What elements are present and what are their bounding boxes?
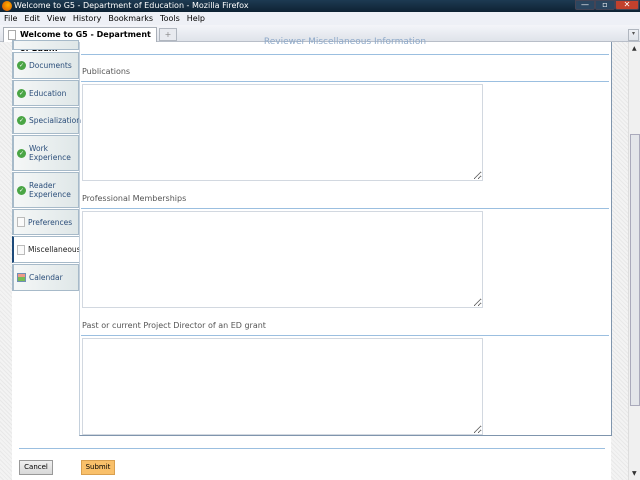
menu-file[interactable]: File: [4, 14, 17, 23]
sidebar-item-reader-experience[interactable]: ✓ Reader Experience: [12, 172, 79, 208]
divider: [81, 335, 609, 336]
menu-help[interactable]: Help: [187, 14, 205, 23]
menu-view[interactable]: View: [47, 14, 66, 23]
sidebar-item-label: Specialization: [29, 116, 82, 125]
menu-tools[interactable]: Tools: [160, 14, 180, 23]
divider: [81, 54, 609, 55]
menu-history[interactable]: History: [73, 14, 101, 23]
page-background: [0, 42, 12, 480]
check-icon: ✓: [17, 116, 26, 125]
check-icon: ✓: [17, 185, 26, 195]
project-director-textarea[interactable]: [82, 338, 483, 435]
calendar-icon: [17, 273, 26, 282]
window-title: Welcome to G5 - Department of Education …: [14, 1, 249, 10]
sidebar-item-work-experience[interactable]: ✓ Work Experience: [12, 135, 79, 171]
divider: [81, 81, 609, 82]
vertical-scrollbar[interactable]: ▲ ▼: [628, 42, 640, 480]
sidebar-item-preferences[interactable]: Preferences: [12, 209, 79, 235]
sidebar-item-label: Miscellaneous: [28, 245, 81, 254]
sidebar-item-label: Documents: [29, 61, 72, 70]
publications-label: Publications: [82, 67, 131, 76]
document-icon: [17, 244, 25, 255]
sidebar-item-label: Reader Experience: [29, 181, 71, 199]
window-title-bar: Welcome to G5 - Department of Education …: [0, 0, 640, 12]
check-icon: ✓: [17, 148, 26, 158]
scroll-up-arrow-icon[interactable]: ▲: [632, 45, 637, 52]
menu-bar: File Edit View History Bookmarks Tools Help: [0, 12, 640, 25]
sidebar-item-calendar[interactable]: Calendar: [12, 264, 79, 291]
footer-divider: [19, 448, 605, 449]
project-director-label: Past or current Project Director of an E…: [82, 321, 266, 330]
scrollbar-thumb[interactable]: [630, 134, 640, 406]
professional-memberships-label: Professional Memberships: [82, 194, 187, 203]
section-heading: Reviewer Miscellaneous Information: [263, 37, 427, 47]
cancel-button[interactable]: Cancel: [19, 460, 53, 475]
close-button[interactable]: ✕: [615, 0, 639, 10]
sidebar-item-label: Calendar: [29, 273, 63, 282]
restore-button[interactable]: ▫: [595, 0, 615, 10]
menu-bookmarks[interactable]: Bookmarks: [108, 14, 153, 23]
check-icon: ✓: [17, 61, 26, 70]
sidebar-item-education[interactable]: ✓ Education: [12, 80, 79, 106]
professional-memberships-textarea[interactable]: [82, 211, 483, 308]
tab-list-button[interactable]: ▾: [628, 29, 639, 41]
sidebar-item-specialization[interactable]: ✓ Specialization: [12, 107, 82, 134]
sidebar-item-label: Work Experience: [29, 144, 71, 162]
minimize-button[interactable]: —: [575, 0, 595, 10]
sidebar-item-miscellaneous[interactable]: Miscellaneous: [12, 236, 81, 263]
sidebar-item-label: Preferences: [28, 217, 73, 227]
sidebar-item-partial[interactable]: [12, 40, 79, 50]
sidebar-item-documents[interactable]: ✓ Documents: [12, 52, 79, 79]
scroll-down-arrow-icon[interactable]: ▼: [632, 470, 637, 477]
divider: [81, 208, 609, 209]
document-icon: [17, 217, 25, 227]
menu-edit[interactable]: Edit: [24, 14, 40, 23]
publications-textarea[interactable]: [82, 84, 483, 181]
page-icon: [8, 30, 16, 40]
page-background: [611, 42, 628, 480]
firefox-icon: [2, 1, 12, 11]
check-icon: ✓: [17, 88, 26, 98]
new-tab-button[interactable]: +: [159, 28, 177, 41]
submit-button[interactable]: Submit: [81, 460, 115, 475]
sidebar-item-label: Education: [29, 88, 67, 98]
